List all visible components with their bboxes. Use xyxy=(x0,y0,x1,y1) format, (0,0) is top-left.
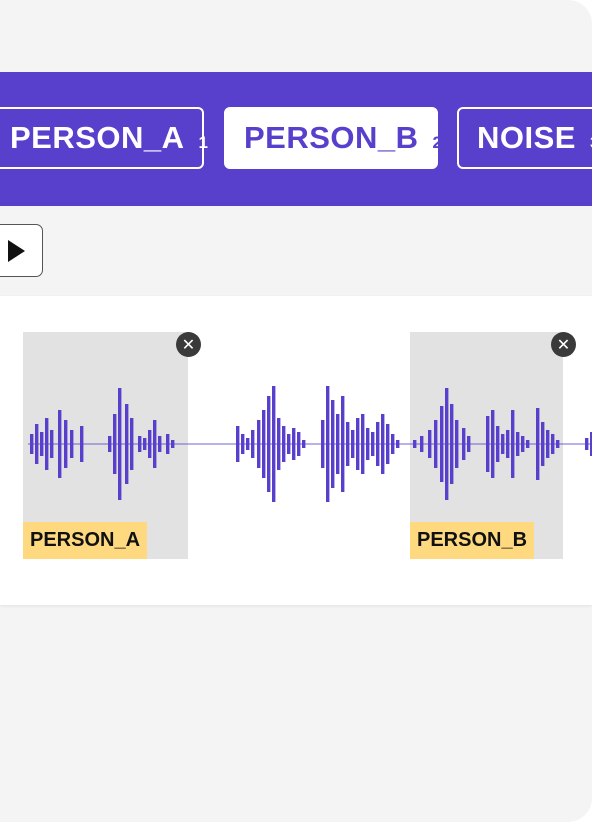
app-frame: PERSON_A 1 PERSON_B 2 NOISE 3 PERSON_A P… xyxy=(0,0,592,822)
play-button[interactable] xyxy=(0,224,43,277)
label-hotkey: 2 xyxy=(432,133,443,152)
label-name: PERSON_A xyxy=(10,120,185,155)
play-icon xyxy=(8,240,25,262)
close-icon[interactable]: ✕ xyxy=(551,332,576,357)
audio-track[interactable]: PERSON_A PERSON_B ✕ ✕ xyxy=(0,296,592,605)
close-icon[interactable]: ✕ xyxy=(176,332,201,357)
label-name: PERSON_B xyxy=(244,120,419,155)
label-button-person-a[interactable]: PERSON_A 1 xyxy=(0,107,208,169)
label-hotkey: 1 xyxy=(198,133,209,152)
label-selector-bar: PERSON_A 1 PERSON_B 2 NOISE 3 xyxy=(0,72,592,206)
label-name: NOISE xyxy=(477,120,576,155)
label-button-noise[interactable]: NOISE 3 xyxy=(457,107,592,169)
waveform xyxy=(28,386,592,502)
label-button-person-b[interactable]: PERSON_B 2 xyxy=(224,107,442,169)
